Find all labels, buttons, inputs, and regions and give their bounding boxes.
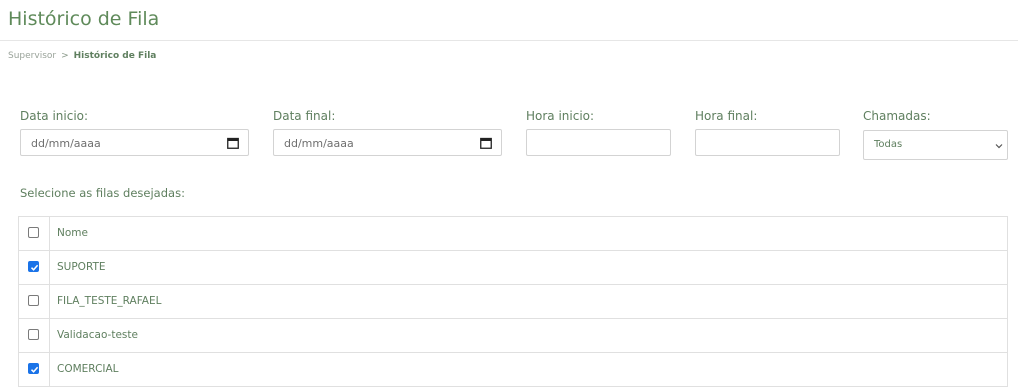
select-all-checkbox[interactable]: [28, 227, 39, 238]
row-checkbox[interactable]: [28, 295, 39, 306]
data-inicio-value: dd/mm/aaaa: [31, 137, 101, 150]
chamadas-selected-value: Todas: [874, 139, 903, 150]
table-header-row: Nome: [19, 217, 1007, 251]
row-checkbox[interactable]: [28, 329, 39, 340]
data-final-value: dd/mm/aaaa: [284, 137, 354, 150]
page-title: Histórico de Fila: [8, 8, 160, 30]
table-row[interactable]: COMERCIAL: [19, 353, 1007, 387]
hora-final-input[interactable]: [695, 129, 840, 156]
title-divider: [0, 40, 1018, 41]
breadcrumb-supervisor-link[interactable]: Supervisor: [8, 51, 56, 61]
queue-name: SUPORTE: [57, 261, 106, 273]
breadcrumb: Supervisor > Histórico de Fila: [8, 51, 156, 61]
queues-table: Nome SUPORTE FILA_TESTE_RAFAEL Validacao…: [18, 216, 1008, 387]
data-final-label: Data final:: [273, 109, 336, 123]
data-final-input[interactable]: dd/mm/aaaa: [273, 129, 502, 156]
column-header-nome: Nome: [57, 227, 88, 239]
breadcrumb-current: Histórico de Fila: [73, 51, 157, 61]
hora-inicio-input[interactable]: [526, 129, 671, 156]
breadcrumb-separator: >: [61, 51, 69, 61]
hora-final-label: Hora final:: [695, 109, 758, 123]
chamadas-label: Chamadas:: [863, 109, 931, 123]
chevron-down-icon: [995, 144, 1003, 149]
chamadas-select[interactable]: Todas: [863, 130, 1008, 160]
queue-name: Validacao-teste: [57, 329, 138, 341]
hora-inicio-label: Hora inicio:: [526, 109, 595, 123]
table-row[interactable]: FILA_TESTE_RAFAEL: [19, 285, 1007, 319]
queue-name: FILA_TESTE_RAFAEL: [57, 295, 162, 307]
row-checkbox[interactable]: [28, 261, 39, 272]
calendar-icon[interactable]: [480, 137, 492, 149]
data-inicio-input[interactable]: dd/mm/aaaa: [20, 129, 249, 156]
row-check-cell: [19, 251, 50, 284]
table-row[interactable]: Validacao-teste: [19, 319, 1007, 353]
data-inicio-label: Data inicio:: [20, 109, 89, 123]
row-check-cell: [19, 285, 50, 318]
row-checkbox[interactable]: [28, 363, 39, 374]
row-check-cell: [19, 353, 50, 386]
queues-section-label: Selecione as filas desejadas:: [20, 186, 185, 200]
table-row[interactable]: SUPORTE: [19, 251, 1007, 285]
queue-name: COMERCIAL: [57, 363, 119, 375]
calendar-icon[interactable]: [227, 137, 239, 149]
select-all-cell: [19, 217, 50, 250]
row-check-cell: [19, 319, 50, 352]
